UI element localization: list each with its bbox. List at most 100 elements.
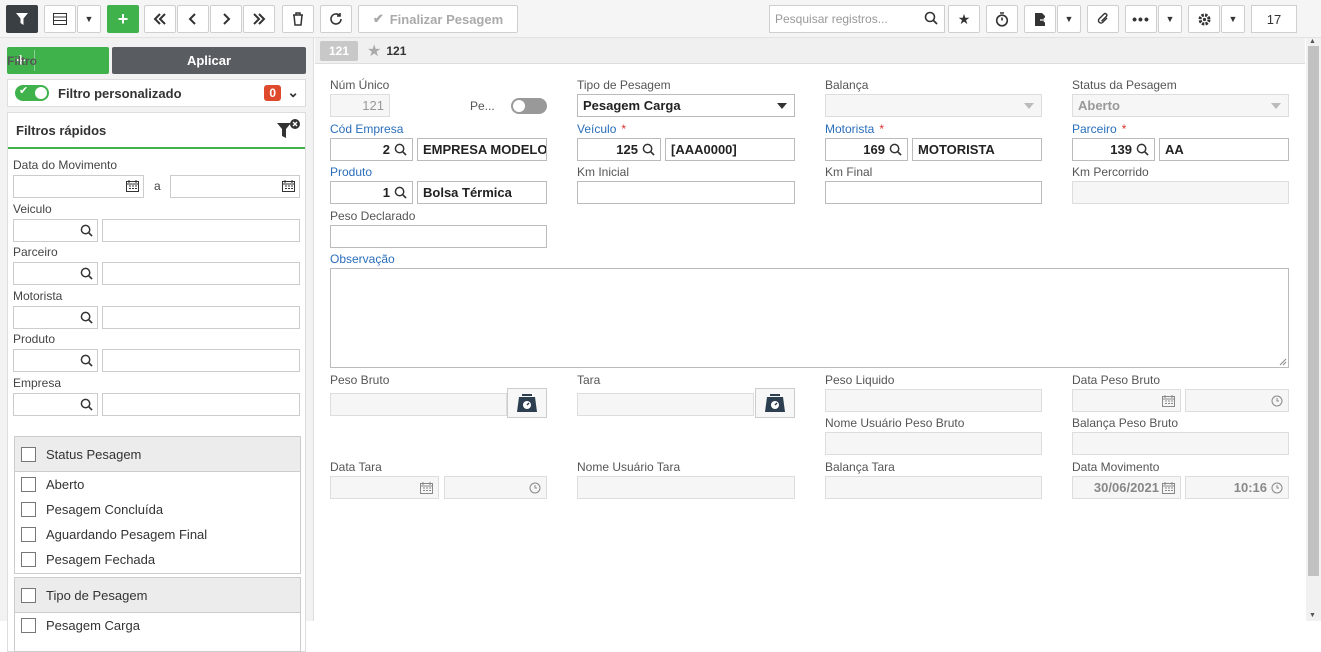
main-scrollbar[interactable]: ▲ ▼ (1306, 38, 1321, 621)
list-item[interactable]: Pesagem Concluída (15, 497, 300, 522)
search-placeholder: Pesquisar registros... (775, 12, 888, 26)
list-item[interactable]: Aberto (15, 472, 300, 497)
filter-parceiro-code-input[interactable] (13, 262, 98, 285)
tipo-pesagem-title: Tipo de Pesagem (46, 587, 148, 603)
list-item-label: Pesagem Fechada (46, 552, 156, 567)
status-pesagem-all-checkbox[interactable] (21, 446, 36, 462)
checkbox[interactable] (21, 618, 36, 633)
km-inicial-input[interactable] (577, 181, 795, 204)
empresa-nome-field: EMPRESA MODELO (417, 138, 547, 161)
veiculo-code-input[interactable]: 125 (577, 138, 661, 161)
chevron-down-icon[interactable]: ⌄ (287, 84, 299, 101)
star-icon[interactable]: ★ (367, 41, 381, 61)
search-icon[interactable] (642, 143, 655, 156)
page-number[interactable]: 17 (1251, 5, 1297, 33)
filter-produto-code-input[interactable] (13, 349, 98, 372)
filter-date-to-input[interactable] (170, 175, 300, 198)
capture-peso-bruto-button[interactable] (507, 388, 547, 418)
peso-declarado-input[interactable] (330, 225, 547, 248)
list-item[interactable]: Pesagem Fechada (15, 547, 300, 572)
data-tara-label: Data Tara (330, 460, 382, 474)
observacao-textarea[interactable] (330, 268, 1289, 368)
tipo-pesagem-all-checkbox[interactable] (21, 587, 36, 603)
scroll-up-arrow-icon[interactable]: ▲ (1309, 38, 1316, 45)
export-dropdown-button[interactable]: ▼ (1057, 5, 1081, 33)
search-icon[interactable] (80, 398, 93, 411)
chevron-right-icon (223, 13, 231, 25)
motorista-label-wrap[interactable]: Motorista * (825, 122, 884, 136)
search-icon[interactable] (394, 186, 407, 199)
finalizar-pesagem-button[interactable]: ✔ Finalizar Pesagem (358, 5, 518, 33)
produto-code-input[interactable]: 1 (330, 181, 413, 204)
refresh-button[interactable] (320, 5, 352, 33)
calendar-icon (420, 481, 433, 494)
produto-label[interactable]: Produto (330, 165, 372, 179)
scroll-down-arrow-icon[interactable]: ▼ (1309, 612, 1316, 619)
parceiro-label-wrap[interactable]: Parceiro * (1072, 122, 1126, 136)
resize-handle-icon[interactable] (1278, 357, 1287, 366)
view-dropdown-button[interactable]: ▼ (77, 5, 101, 33)
veiculo-label-wrap[interactable]: Veículo * (577, 122, 626, 136)
list-item[interactable]: Aguardando Pesagem Final (15, 522, 300, 547)
filter-veiculo-code-input[interactable] (13, 219, 98, 242)
scrollbar-thumb[interactable] (1308, 46, 1319, 576)
motorista-code-input[interactable]: 169 (825, 138, 908, 161)
search-icon[interactable] (1136, 143, 1149, 156)
add-record-button[interactable]: + (107, 5, 139, 33)
empresa-nome-value: EMPRESA MODELO (423, 142, 547, 157)
grid-view-button[interactable] (44, 5, 76, 33)
search-icon[interactable] (80, 267, 93, 280)
delete-button[interactable] (282, 5, 314, 33)
checkbox[interactable] (21, 477, 36, 492)
filter-empresa-desc-input[interactable] (102, 393, 300, 416)
more-options-button[interactable]: ••• (1125, 5, 1157, 33)
checkbox[interactable] (21, 502, 36, 517)
timer-button[interactable] (986, 5, 1018, 33)
filter-empresa-code-input[interactable] (13, 393, 98, 416)
search-input[interactable]: Pesquisar registros... (769, 5, 945, 33)
apply-filter-button[interactable]: Aplicar (112, 47, 306, 74)
favorite-button[interactable]: ★ (948, 5, 980, 33)
parceiro-code-input[interactable]: 139 (1072, 138, 1155, 161)
km-final-input[interactable] (825, 181, 1042, 204)
balanca-peso-bruto-label: Balança Peso Bruto (1072, 416, 1179, 430)
cod-empresa-label[interactable]: Cód Empresa (330, 122, 403, 136)
quick-filters: Filtros rápidos Data do Movimento a Veic… (7, 112, 306, 652)
filter-motorista-desc-input[interactable] (102, 306, 300, 329)
search-icon[interactable] (80, 224, 93, 237)
balanca-tara-field (825, 476, 1042, 499)
list-item[interactable]: Pesagem Carga (15, 613, 300, 638)
filter-date-from-input[interactable] (13, 175, 144, 198)
search-icon[interactable] (889, 143, 902, 156)
last-record-button[interactable] (243, 5, 275, 33)
checkbox[interactable] (21, 552, 36, 567)
tipo-pesagem-select[interactable]: Pesagem Carga (577, 94, 795, 117)
next-record-button[interactable] (210, 5, 242, 33)
filter-produto-desc-input[interactable] (102, 349, 300, 372)
filter-veiculo-desc-input[interactable] (102, 219, 300, 242)
settings-dropdown-button[interactable]: ▼ (1221, 5, 1245, 33)
custom-filter-toggle[interactable]: ✔ (15, 85, 49, 101)
previous-record-button[interactable] (177, 5, 209, 33)
filter-parceiro-desc-input[interactable] (102, 262, 300, 285)
cod-empresa-input[interactable]: 2 (330, 138, 413, 161)
clear-filter-icon[interactable] (275, 117, 301, 145)
capture-tara-button[interactable] (755, 388, 795, 418)
search-icon[interactable] (394, 143, 407, 156)
first-record-button[interactable] (144, 5, 176, 33)
pe-toggle[interactable] (511, 98, 547, 114)
settings-button[interactable] (1188, 5, 1220, 33)
data-movimento-date-field: 30/06/2021 (1072, 476, 1181, 499)
more-dropdown-button[interactable]: ▼ (1158, 5, 1182, 33)
search-icon[interactable] (80, 354, 93, 367)
search-icon[interactable] (80, 311, 93, 324)
tipo-pesagem-header[interactable]: Tipo de Pesagem (15, 578, 300, 613)
filter-motorista-code-input[interactable] (13, 306, 98, 329)
attachment-button[interactable] (1087, 5, 1119, 33)
export-button[interactable] (1024, 5, 1056, 33)
checkbox[interactable] (21, 527, 36, 542)
filter-toggle-button[interactable] (6, 5, 38, 33)
nome-usuario-peso-bruto-label: Nome Usuário Peso Bruto (825, 416, 965, 430)
status-pesagem-header[interactable]: Status Pesagem (15, 437, 300, 472)
add-filter-button[interactable]: + Filtro (7, 47, 109, 74)
